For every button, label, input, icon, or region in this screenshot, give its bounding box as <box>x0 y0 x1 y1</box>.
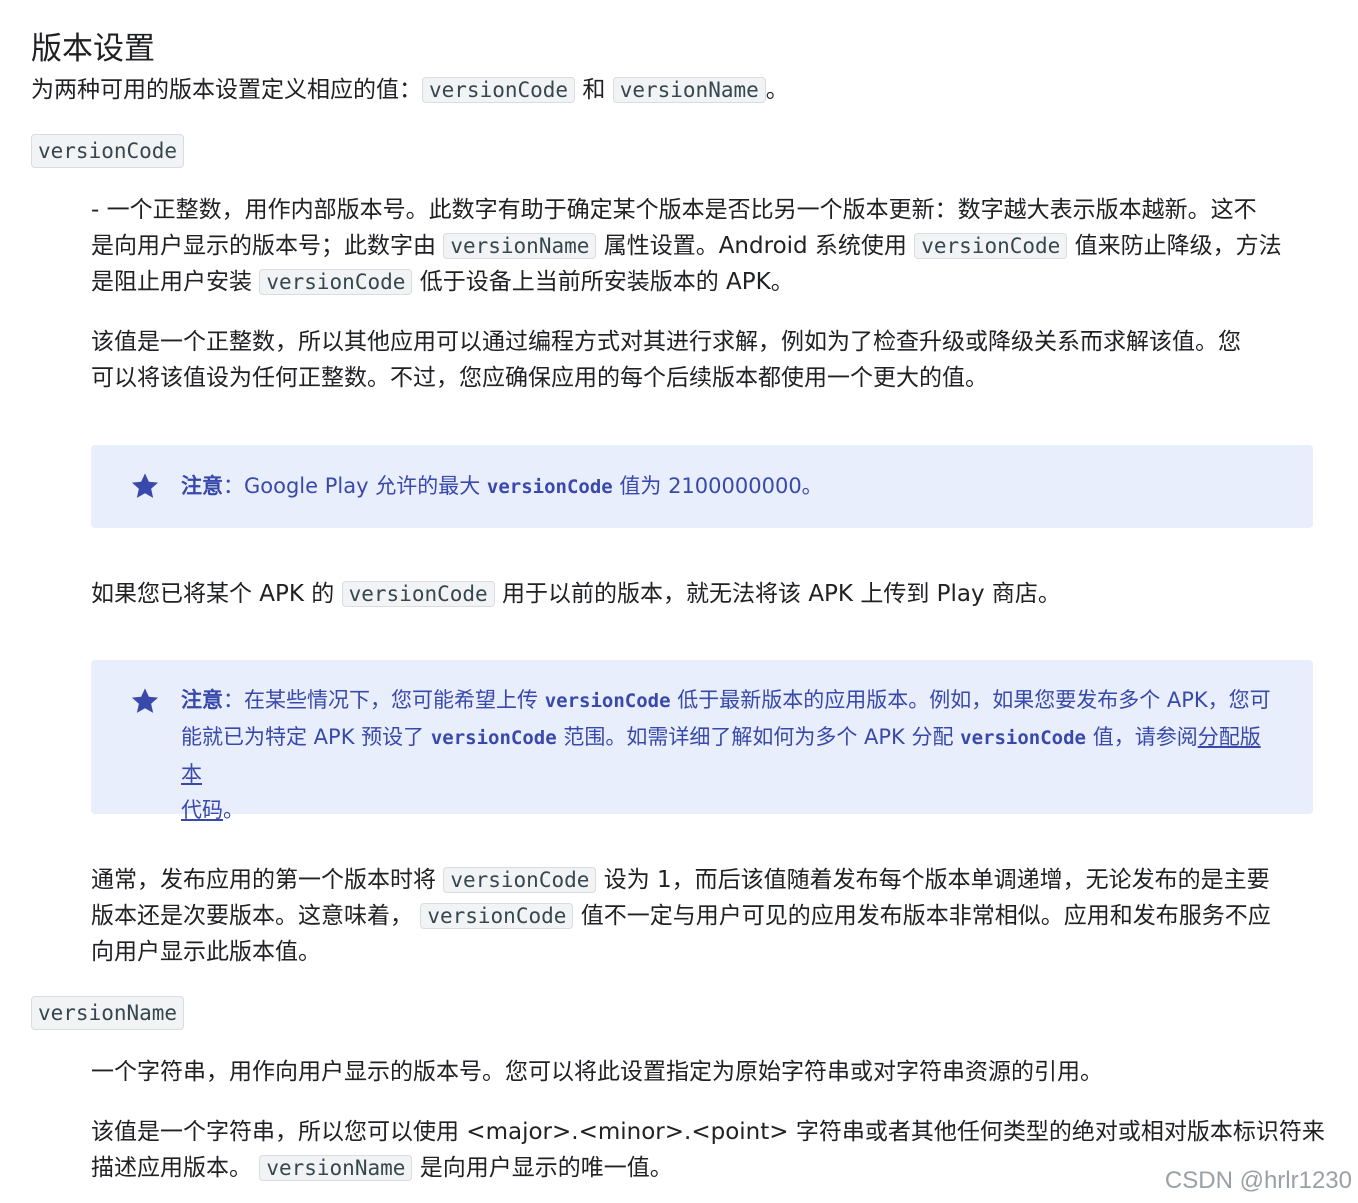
note-separator: ： <box>223 688 244 712</box>
description-text: 是向用户显示的版本号；此数字由 <box>91 233 444 259</box>
inline-code: versionCode <box>259 269 413 295</box>
paragraph-text: 设为 1，而后该值随着发布每个版本单调递增，无论发布的是主要 <box>596 867 1270 893</box>
intro-text: 。 <box>765 77 789 103</box>
star-icon <box>131 688 159 713</box>
term-version-name: versionName <box>31 996 185 1030</box>
csdn-watermark: CSDN @hrlr1230 <box>1164 1167 1352 1194</box>
version-code-paragraph-2: 该值是一个正整数，所以其他应用可以通过编程方式对其进行求解，例如为了检查升级或降… <box>91 324 1241 396</box>
description-line: - 一个正整数，用作内部版本号。此数字有助于确定某个版本是否比另一个版本更新：数… <box>91 197 1257 223</box>
note-callout-max-version: 注意：Google Play 允许的最大 versionCode 值为 2100… <box>91 445 1313 528</box>
inline-code: versionCode <box>544 690 671 712</box>
paragraph-line: 可以将该值设为任何正整数。不过，您应确保应用的每个后续版本都使用一个更大的值。 <box>91 365 988 391</box>
inline-code: versionCode <box>341 581 495 607</box>
inline-code: versionName <box>259 1155 413 1181</box>
note-text: 注意：在某些情况下，您可能希望上传 versionCode 低于最新版本的应用版… <box>181 682 1273 828</box>
page-title: 版本设置 <box>31 30 155 67</box>
note-text-part: 在某些情况下，您可能希望上传 <box>244 688 545 712</box>
description-text: 是阻止用户安装 <box>91 269 260 295</box>
version-code-paragraph-3: 如果您已将某个 APK 的 versionCode 用于以前的版本，就无法将该 … <box>91 576 1061 612</box>
inline-code: versionCode <box>486 476 613 498</box>
inline-code: versionCode <box>430 727 557 749</box>
paragraph-text: 描述应用版本。 <box>91 1155 260 1181</box>
inline-code: versionName <box>443 233 597 259</box>
intro-text: 和 <box>575 77 613 103</box>
star-icon <box>131 473 159 498</box>
note-label: 注意 <box>181 474 223 498</box>
link-assign-version-codes[interactable]: 代码 <box>181 798 223 822</box>
note-separator: ： <box>223 474 244 498</box>
version-name-paragraph-2: 该值是一个字符串，所以您可以使用 <major>.<minor>.<point>… <box>91 1114 1325 1186</box>
inline-code: versionCode <box>960 727 1087 749</box>
note-text-part: 范围。如需详细了解如何为多个 APK 分配 <box>556 725 961 749</box>
inline-code: versionName <box>612 77 766 103</box>
note-text-part: 值，请参阅 <box>1086 725 1198 749</box>
paragraph-line: 该值是一个正整数，所以其他应用可以通过编程方式对其进行求解，例如为了检查升级或降… <box>91 329 1241 355</box>
term-version-code: versionCode <box>31 134 185 168</box>
paragraph-text: 向用户显示此版本值。 <box>91 939 321 965</box>
note-label: 注意 <box>181 688 223 712</box>
note-text: 注意：Google Play 允许的最大 versionCode 值为 2100… <box>181 468 1273 505</box>
intro-paragraph: 为两种可用的版本设置定义相应的值： versionCode 和 versionNa… <box>31 72 789 108</box>
paragraph-text: 版本还是次要版本。这意味着， <box>91 903 421 929</box>
note-text-part: 。 <box>223 798 244 822</box>
description-text: 属性设置。Android 系统使用 <box>596 233 915 259</box>
intro-text: 为两种可用的版本设置定义相应的值： <box>31 77 422 103</box>
note-text-part: 低于最新版本的应用版本。例如，如果您要发布多个 APK，您可 <box>670 688 1271 712</box>
version-name-description: 一个字符串，用作向用户显示的版本号。您可以将此设置指定为原始字符串或对字符串资源… <box>91 1059 1103 1085</box>
paragraph-text: 用于以前的版本，就无法将该 APK 上传到 Play 商店。 <box>494 581 1061 607</box>
note-callout-lower-version: 注意：在某些情况下，您可能希望上传 versionCode 低于最新版本的应用版… <box>91 660 1313 822</box>
paragraph-line: 该值是一个字符串，所以您可以使用 <major>.<minor>.<point>… <box>91 1119 1325 1145</box>
description-text: 低于设备上当前所安装版本的 APK。 <box>412 269 794 295</box>
version-code-description: - 一个正整数，用作内部版本号。此数字有助于确定某个版本是否比另一个版本更新：数… <box>91 192 1282 300</box>
note-text-part: 能就已为特定 APK 预设了 <box>181 725 431 749</box>
inline-code: versionCode <box>420 903 574 929</box>
description-text: 值来防止降级，方法 <box>1067 233 1282 259</box>
note-text-part: 值为 2100000000。 <box>612 474 823 498</box>
paragraph-text: 值不一定与用户可见的应用发布版本非常相似。应用和发布服务不应 <box>573 903 1271 929</box>
inline-code: versionCode <box>443 867 597 893</box>
inline-code: versionCode <box>422 77 576 103</box>
paragraph-text: 如果您已将某个 APK 的 <box>91 581 342 607</box>
inline-code: versionCode <box>914 233 1068 259</box>
note-text-part: Google Play 允许的最大 <box>244 474 487 498</box>
paragraph-text: 通常，发布应用的第一个版本时将 <box>91 867 444 893</box>
paragraph-text: 是向用户显示的唯一值。 <box>412 1155 673 1181</box>
version-code-paragraph-4: 通常，发布应用的第一个版本时将 versionCode 设为 1，而后该值随着发… <box>91 862 1271 970</box>
